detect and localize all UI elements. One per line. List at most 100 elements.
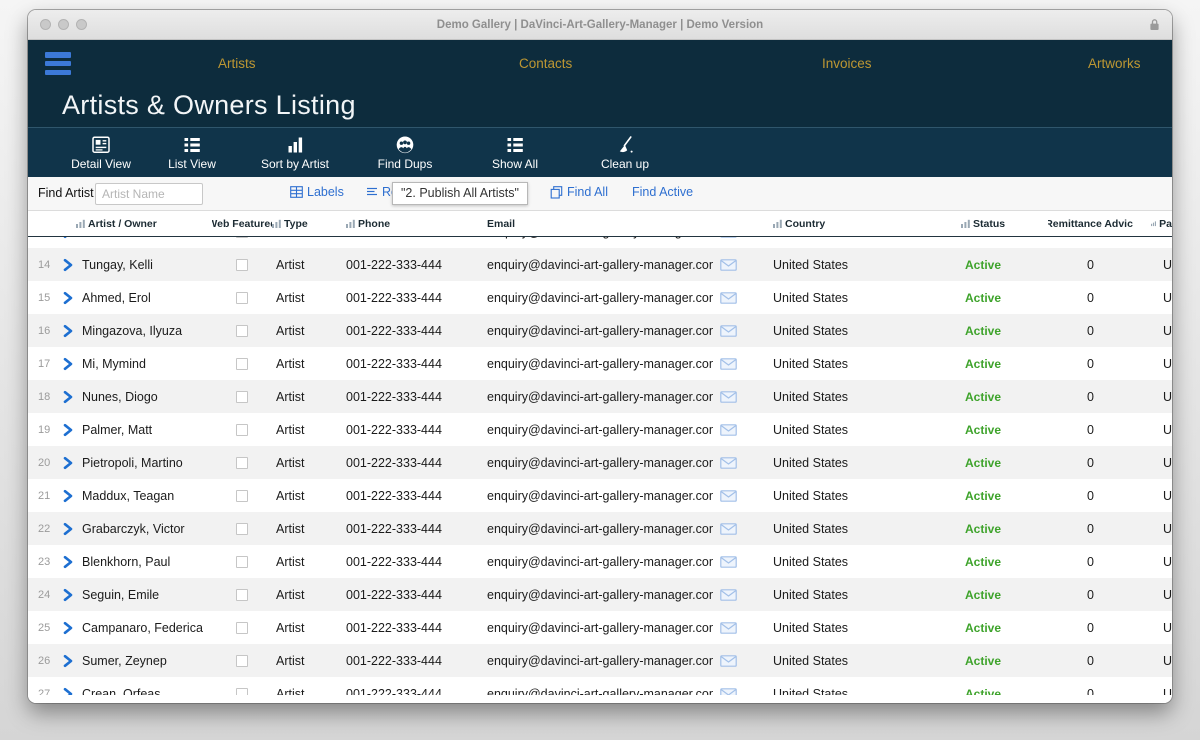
web-featured-checkbox[interactable] [236, 391, 248, 403]
web-featured-checkbox[interactable] [236, 556, 248, 568]
web-featured-checkbox[interactable] [236, 358, 248, 370]
labels-button[interactable]: Labels [290, 185, 344, 199]
expand-chevron-icon[interactable] [62, 357, 82, 371]
type-cell: Artist [272, 588, 346, 602]
web-featured-checkbox[interactable] [236, 424, 248, 436]
table-row[interactable]: 15 Ahmed, Erol Artist 001-222-333-444 en… [28, 281, 1172, 314]
list-view-button[interactable]: List View [144, 131, 240, 175]
table-row[interactable]: 13 Artist 001-222-333-444 enquiry@davinc… [28, 237, 1172, 248]
column-header-country[interactable]: Country [743, 211, 953, 236]
clean-up-button[interactable]: Clean up [570, 131, 680, 175]
column-header-pa[interactable]: Pa [1133, 211, 1172, 236]
web-featured-checkbox[interactable] [236, 688, 248, 696]
web-featured-checkbox[interactable] [236, 589, 248, 601]
web-featured-checkbox[interactable] [236, 655, 248, 667]
send-email-icon[interactable] [713, 358, 743, 370]
expand-chevron-icon[interactable] [62, 390, 82, 404]
column-header-phone[interactable]: Phone [346, 211, 483, 236]
send-email-icon[interactable] [713, 523, 743, 535]
find-active-button[interactable]: Find Active [632, 185, 693, 199]
sort-icon [76, 219, 85, 228]
send-email-icon[interactable] [713, 622, 743, 634]
nav-item-contacts[interactable]: Contacts [519, 40, 572, 88]
send-email-icon[interactable] [713, 688, 743, 696]
table-row[interactable]: 23 Blenkhorn, Paul Artist 001-222-333-44… [28, 545, 1172, 578]
nav-item-invoices[interactable]: Invoices [822, 40, 872, 88]
web-featured-checkbox[interactable] [236, 237, 248, 238]
sort-by-artist-button[interactable]: Sort by Artist [240, 131, 350, 175]
send-email-icon[interactable] [713, 259, 743, 271]
web-featured-checkbox[interactable] [236, 457, 248, 469]
expand-chevron-icon[interactable] [62, 654, 82, 668]
show-all-button[interactable]: Show All [460, 131, 570, 175]
phone-cell: 001-222-333-444 [346, 291, 483, 305]
next-column-cell: U [1133, 555, 1172, 569]
column-header-remittance[interactable]: Remittance Advice [1048, 211, 1133, 236]
send-email-icon[interactable] [713, 325, 743, 337]
country-cell: United States [743, 654, 953, 668]
column-header-mail[interactable] [713, 211, 743, 236]
next-column-cell: U [1133, 489, 1172, 503]
artist-owner-name: Campanaro, Federica [82, 621, 212, 635]
phone-cell: 001-222-333-444 [346, 522, 483, 536]
send-email-icon[interactable] [713, 391, 743, 403]
type-cell: Artist [272, 621, 346, 635]
expand-chevron-icon[interactable] [62, 324, 82, 338]
send-email-icon[interactable] [713, 237, 743, 238]
people-circle-icon [394, 135, 416, 155]
expand-chevron-icon[interactable] [62, 588, 82, 602]
column-header-web_featured[interactable]: Web Featured [212, 211, 272, 236]
table-row[interactable]: 14 Tungay, Kelli Artist 001-222-333-444 … [28, 248, 1172, 281]
minimize-window-button[interactable] [58, 19, 69, 30]
web-featured-checkbox[interactable] [236, 622, 248, 634]
send-email-icon[interactable] [713, 457, 743, 469]
send-email-icon[interactable] [713, 589, 743, 601]
send-email-icon[interactable] [713, 655, 743, 667]
send-email-icon[interactable] [713, 292, 743, 304]
find-dups-button[interactable]: Find Dups [350, 131, 460, 175]
table-row[interactable]: 20 Pietropoli, Martino Artist 001-222-33… [28, 446, 1172, 479]
table-row[interactable]: 17 Mi, Mymind Artist 001-222-333-444 enq… [28, 347, 1172, 380]
table-row[interactable]: 24 Seguin, Emile Artist 001-222-333-444 … [28, 578, 1172, 611]
expand-chevron-icon[interactable] [62, 555, 82, 569]
remittance-cell: 0 [1048, 390, 1133, 404]
expand-chevron-icon[interactable] [62, 423, 82, 437]
expand-chevron-icon[interactable] [62, 522, 82, 536]
table-row[interactable]: 21 Maddux, Teagan Artist 001-222-333-444… [28, 479, 1172, 512]
column-header-artist_owner[interactable]: Artist / Owner [62, 211, 212, 236]
nav-item-artists[interactable]: Artists [218, 40, 256, 88]
column-header-status[interactable]: Status [953, 211, 1048, 236]
web-featured-checkbox[interactable] [236, 523, 248, 535]
column-header-email[interactable]: Email [483, 211, 713, 236]
table-row[interactable]: 26 Sumer, Zeynep Artist 001-222-333-444 … [28, 644, 1172, 677]
web-featured-checkbox[interactable] [236, 259, 248, 271]
web-featured-checkbox[interactable] [236, 490, 248, 502]
table-row[interactable]: 16 Mingazova, Ilyuza Artist 001-222-333-… [28, 314, 1172, 347]
expand-chevron-icon[interactable] [62, 456, 82, 470]
remittance-cell: 0 [1048, 324, 1133, 338]
send-email-icon[interactable] [713, 556, 743, 568]
expand-chevron-icon[interactable] [62, 237, 82, 239]
table-row[interactable]: 18 Nunes, Diogo Artist 001-222-333-444 e… [28, 380, 1172, 413]
artist-name-input[interactable] [95, 183, 203, 205]
table-row[interactable]: 22 Grabarczyk, Victor Artist 001-222-333… [28, 512, 1172, 545]
expand-chevron-icon[interactable] [62, 258, 82, 272]
web-featured-checkbox[interactable] [236, 292, 248, 304]
column-header-type[interactable]: Type [272, 211, 346, 236]
table-row[interactable]: 25 Campanaro, Federica Artist 001-222-33… [28, 611, 1172, 644]
zoom-window-button[interactable] [76, 19, 87, 30]
expand-chevron-icon[interactable] [62, 687, 82, 696]
hamburger-menu-icon[interactable] [45, 52, 71, 75]
expand-chevron-icon[interactable] [62, 621, 82, 635]
find-all-button[interactable]: Find All [550, 185, 608, 199]
close-window-button[interactable] [40, 19, 51, 30]
nav-item-artworks[interactable]: Artworks [1088, 40, 1141, 88]
expand-chevron-icon[interactable] [62, 489, 82, 503]
send-email-icon[interactable] [713, 490, 743, 502]
detail-view-button[interactable]: Detail View [58, 131, 144, 175]
send-email-icon[interactable] [713, 424, 743, 436]
table-row[interactable]: 27 Crean, Orfeas Artist 001-222-333-444 … [28, 677, 1172, 695]
expand-chevron-icon[interactable] [62, 291, 82, 305]
table-row[interactable]: 19 Palmer, Matt Artist 001-222-333-444 e… [28, 413, 1172, 446]
web-featured-checkbox[interactable] [236, 325, 248, 337]
